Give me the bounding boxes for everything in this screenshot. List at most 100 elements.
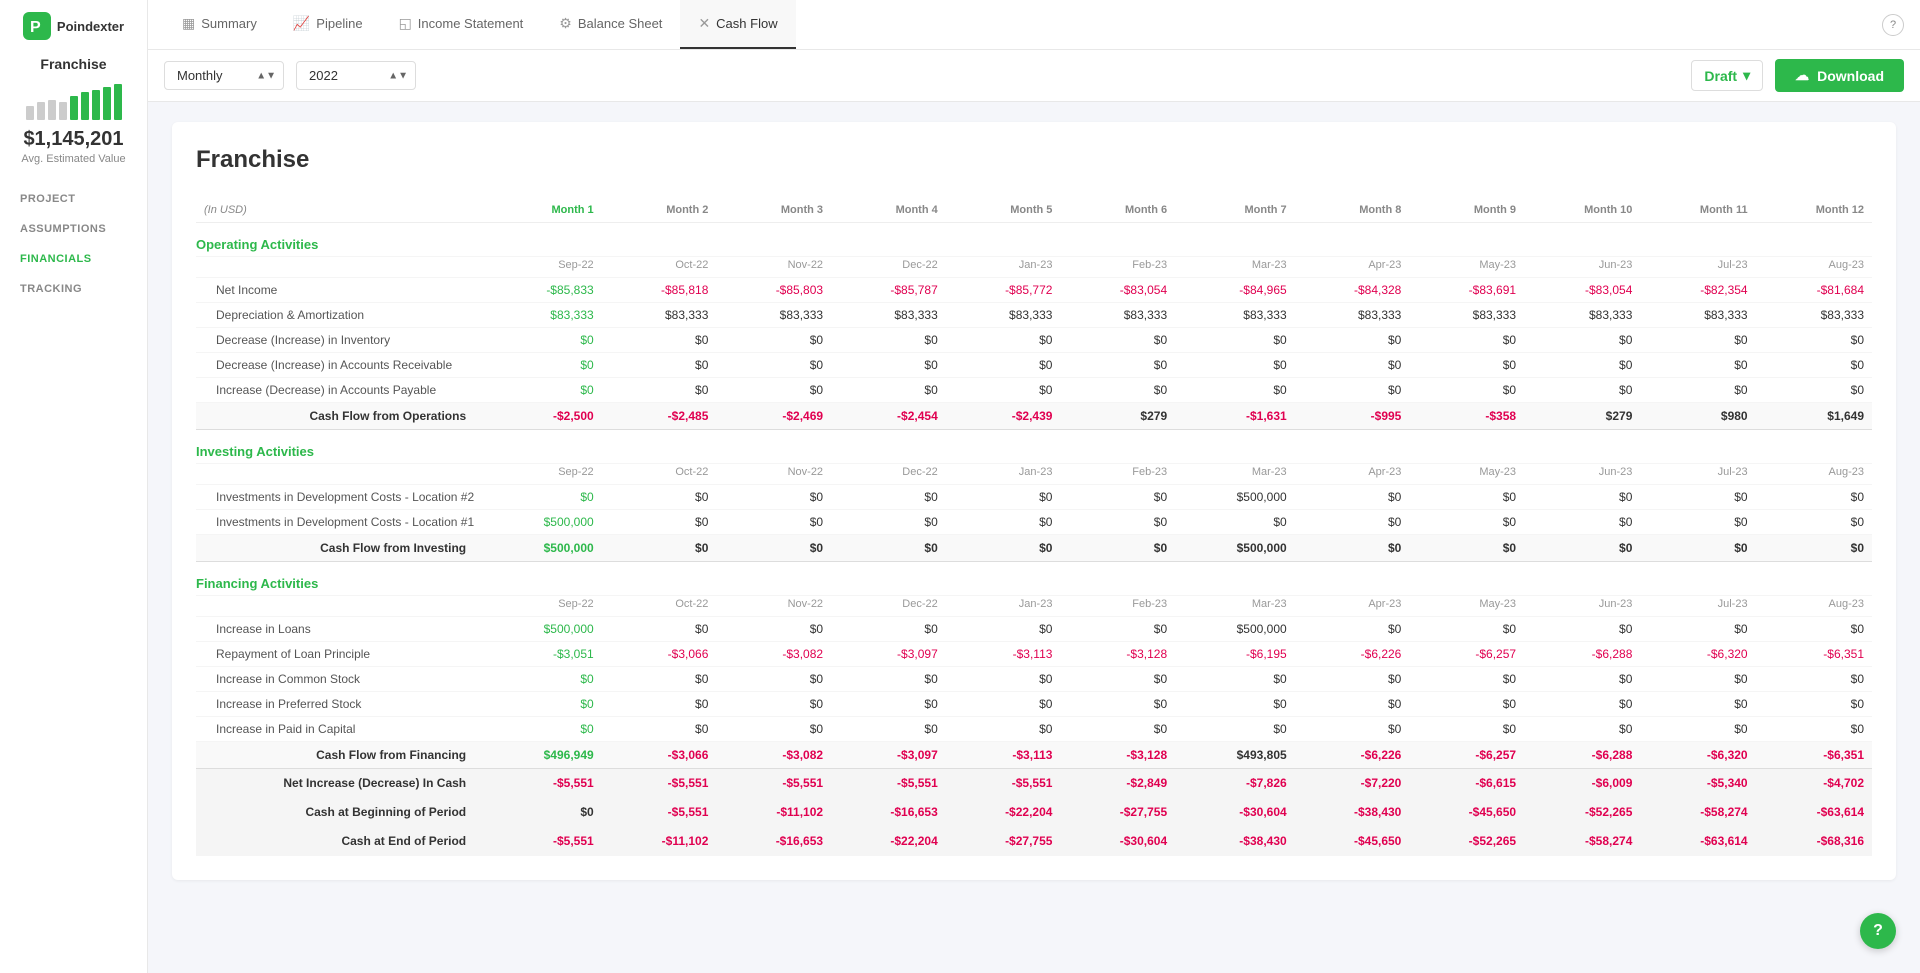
total-cell-8: -$38,430 <box>1295 798 1410 827</box>
data-cell-7: $0 <box>1175 353 1295 378</box>
data-cell-7: -$84,965 <box>1175 278 1295 303</box>
chart-bar-7 <box>92 90 100 120</box>
subtotal-cell-7: $500,000 <box>1175 535 1295 562</box>
date-cell-2: Oct-22 <box>602 596 717 617</box>
section-header-row: Investing Activities <box>196 430 1872 464</box>
data-cell-8: $0 <box>1295 667 1410 692</box>
total-cell-12: -$4,702 <box>1756 769 1872 798</box>
subtotal-cell-5: $0 <box>946 535 1061 562</box>
total-cell-11: -$5,340 <box>1640 769 1755 798</box>
data-cell-5: $0 <box>946 378 1061 403</box>
subtotal-label: Cash Flow from Investing <box>196 535 482 562</box>
balance-icon: ⚙ <box>559 15 572 32</box>
subtotal-cell-3: -$2,469 <box>716 403 831 430</box>
section-header-label: Financing Activities <box>196 562 1872 596</box>
data-cell-8: $83,333 <box>1295 303 1410 328</box>
data-cell-5: $0 <box>946 692 1061 717</box>
subtotal-cell-8: -$995 <box>1295 403 1410 430</box>
sidebar-item-financials[interactable]: FINANCIALS <box>10 245 137 273</box>
draft-label: Draft <box>1704 68 1737 84</box>
subtotal-cell-11: $980 <box>1640 403 1755 430</box>
draft-select[interactable]: Draft ▾ <box>1691 60 1763 91</box>
col-month2: Month 2 <box>602 198 717 223</box>
table-row: Investments in Development Costs - Locat… <box>196 485 1872 510</box>
row-label: Increase (Decrease) in Accounts Payable <box>196 378 482 403</box>
subtotal-cell-10: $279 <box>1524 403 1640 430</box>
help-fab[interactable]: ? <box>1860 913 1896 949</box>
data-cell-1: -$3,051 <box>482 642 602 667</box>
chart-bar-6 <box>81 92 89 120</box>
row-label: Investments in Development Costs - Locat… <box>196 510 482 535</box>
cashflow-icon: ✕ <box>698 15 710 32</box>
data-cell-12: $0 <box>1756 353 1872 378</box>
total-cell-11: -$63,614 <box>1640 827 1755 856</box>
tab-balance-sheet[interactable]: ⚙ Balance Sheet <box>541 0 680 49</box>
data-cell-4: $0 <box>831 667 946 692</box>
year-select-wrapper: 2021 2022 2023 ▲▼ <box>296 61 416 90</box>
top-nav: ▦ Summary 📈 Pipeline ◱ Income Statement … <box>148 0 1920 50</box>
data-cell-7: $500,000 <box>1175 485 1295 510</box>
col-month8: Month 8 <box>1295 198 1410 223</box>
data-cell-10: $0 <box>1524 510 1640 535</box>
data-cell-3: $0 <box>716 485 831 510</box>
sidebar-item-assumptions[interactable]: ASSUMPTIONS <box>10 215 137 243</box>
tab-pipeline[interactable]: 📈 Pipeline <box>275 0 381 49</box>
data-cell-11: $0 <box>1640 617 1755 642</box>
data-cell-10: $0 <box>1524 617 1640 642</box>
col-month10: Month 10 <box>1524 198 1640 223</box>
draft-arrow: ▾ <box>1743 67 1750 84</box>
data-cell-3: $0 <box>716 617 831 642</box>
date-cell-8: Apr-23 <box>1295 596 1410 617</box>
chart-bar-8 <box>103 87 111 120</box>
data-cell-6: $0 <box>1060 328 1175 353</box>
data-cell-3: $0 <box>716 510 831 535</box>
chart-bar-4 <box>59 102 67 120</box>
data-cell-7: $0 <box>1175 328 1295 353</box>
data-cell-10: $0 <box>1524 485 1640 510</box>
date-row-label <box>196 464 482 485</box>
year-select[interactable]: 2021 2022 2023 <box>296 61 416 90</box>
tab-summary-label: Summary <box>201 16 257 31</box>
data-cell-4: $0 <box>831 485 946 510</box>
report-card: Franchise (In USD) Month 1 Month 2 Month… <box>172 122 1896 880</box>
data-cell-10: $0 <box>1524 692 1640 717</box>
data-cell-6: -$3,128 <box>1060 642 1175 667</box>
data-cell-4: $0 <box>831 692 946 717</box>
date-cell-4: Dec-22 <box>831 596 946 617</box>
data-cell-1: $0 <box>482 717 602 742</box>
data-cell-4: -$3,097 <box>831 642 946 667</box>
data-cell-3: $0 <box>716 717 831 742</box>
table-row: Investments in Development Costs - Locat… <box>196 510 1872 535</box>
subtotal-cell-10: $0 <box>1524 535 1640 562</box>
total-cell-6: -$27,755 <box>1060 798 1175 827</box>
table-row: Increase in Paid in Capital$0$0$0$0$0$0$… <box>196 717 1872 742</box>
download-button[interactable]: ☁ Download <box>1775 59 1904 92</box>
tab-summary[interactable]: ▦ Summary <box>164 0 275 49</box>
date-row: Sep-22Oct-22Nov-22Dec-22Jan-23Feb-23Mar-… <box>196 257 1872 278</box>
data-cell-9: $0 <box>1409 667 1524 692</box>
help-icon[interactable]: ? <box>1882 14 1904 36</box>
data-cell-5: $83,333 <box>946 303 1061 328</box>
date-cell-11: Jul-23 <box>1640 596 1755 617</box>
data-cell-6: $0 <box>1060 617 1175 642</box>
col-month7: Month 7 <box>1175 198 1295 223</box>
sidebar-item-tracking[interactable]: TRACKING <box>10 275 137 303</box>
tab-income-statement[interactable]: ◱ Income Statement <box>381 0 542 49</box>
total-cell-12: -$63,614 <box>1756 798 1872 827</box>
date-cell-3: Nov-22 <box>716 257 831 278</box>
data-cell-9: $0 <box>1409 353 1524 378</box>
period-select[interactable]: Monthly Quarterly Annual <box>164 61 284 90</box>
row-label: Increase in Loans <box>196 617 482 642</box>
row-label: Increase in Common Stock <box>196 667 482 692</box>
sidebar-item-project[interactable]: PROJECT <box>10 185 137 213</box>
data-cell-12: $0 <box>1756 717 1872 742</box>
date-cell-1: Sep-22 <box>482 464 602 485</box>
tab-cash-flow[interactable]: ✕ Cash Flow <box>680 0 795 49</box>
date-cell-6: Feb-23 <box>1060 596 1175 617</box>
date-cell-9: May-23 <box>1409 464 1524 485</box>
subtotal-cell-12: -$6,351 <box>1756 742 1872 769</box>
date-cell-1: Sep-22 <box>482 596 602 617</box>
date-cell-12: Aug-23 <box>1756 464 1872 485</box>
data-cell-9: $0 <box>1409 485 1524 510</box>
data-cell-5: $0 <box>946 353 1061 378</box>
